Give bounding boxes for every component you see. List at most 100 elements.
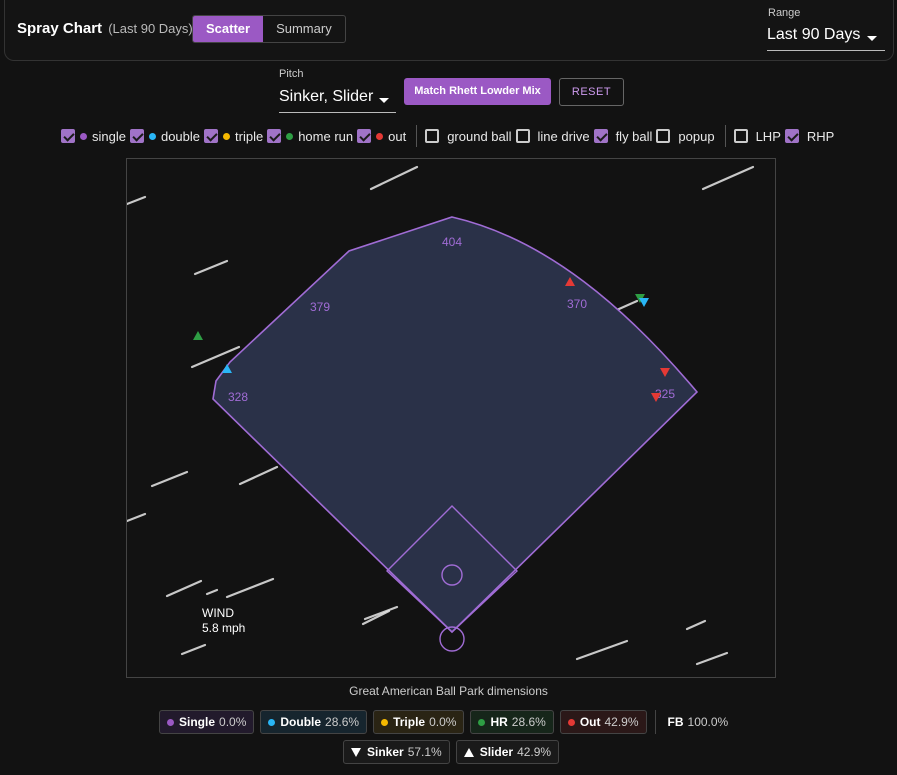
filter-ground-ball[interactable]: ground ball (425, 128, 512, 144)
filter-out[interactable]: out (357, 129, 406, 144)
range-label: Range (768, 7, 801, 19)
filter-label: line drive (537, 128, 590, 144)
legend-pct: 0.0% (429, 715, 457, 729)
page-title: Spray Chart (Last 90 Days) (17, 20, 193, 37)
title-subtitle: (Last 90 Days) (108, 21, 193, 36)
wind-streak (369, 165, 419, 191)
chevron-down-icon (379, 98, 389, 103)
wind-streak (695, 651, 729, 666)
checkbox[interactable] (656, 129, 671, 143)
divider (724, 125, 726, 147)
distance-label-right-center: 370 (567, 297, 587, 311)
filter-double[interactable]: double (129, 128, 201, 144)
filter-label: out (388, 128, 407, 144)
checkbox[interactable] (784, 129, 799, 143)
legend-pct: 28.6% (511, 715, 546, 729)
home-run-dot-icon (478, 718, 486, 726)
legend-single[interactable]: Single 0.0% (159, 710, 255, 734)
wind-streak (238, 465, 279, 486)
legend-pct: 57.1% (407, 745, 442, 759)
checkbox[interactable] (129, 129, 144, 143)
legend-triple[interactable]: Triple 0.0% (373, 710, 465, 734)
filter-label: home run (298, 128, 354, 144)
double-dot-icon (268, 718, 276, 726)
wind-streak (575, 639, 629, 661)
legend-out[interactable]: Out 42.9% (559, 710, 647, 734)
filter-popup[interactable]: popup (656, 128, 715, 144)
legend-label: Slider (479, 745, 514, 759)
out-dot-icon (376, 132, 384, 140)
hit-marker-double[interactable] (639, 298, 649, 307)
legend-pct: 28.6% (325, 715, 360, 729)
divider (416, 125, 418, 147)
filter-label: single (92, 128, 126, 144)
filter-line-drive[interactable]: line drive (515, 128, 590, 144)
checkbox[interactable] (425, 129, 440, 143)
title-text: Spray Chart (17, 20, 103, 37)
spray-chart-svg: 404 379 370 328 325 (125, 165, 755, 666)
tab-summary[interactable]: Summary (263, 16, 345, 42)
filter-label: double (160, 128, 201, 144)
home-run-dot-icon (286, 132, 294, 140)
pitch-select[interactable]: Sinker, Slider (279, 88, 396, 113)
filter-label: fly ball (615, 128, 653, 144)
filter-lhp[interactable]: LHP (733, 129, 781, 144)
wind-streak (125, 195, 147, 206)
checkbox[interactable] (357, 129, 372, 143)
filter-triple[interactable]: triple (204, 129, 263, 144)
filter-label: popup (678, 128, 715, 144)
triple-dot-icon (381, 718, 389, 726)
filter-label: RHP (806, 128, 835, 144)
wind-streak (701, 165, 755, 191)
filter-fly-ball[interactable]: fly ball (593, 128, 653, 144)
legend-label: Single (179, 715, 216, 729)
wind-label: WIND (202, 606, 234, 620)
wind-streak (363, 605, 399, 621)
wind-streak (180, 643, 207, 656)
wind-streak (165, 579, 203, 598)
legend-fb: FB 100.0% (664, 710, 733, 734)
checkbox[interactable] (267, 129, 282, 143)
checkbox[interactable] (733, 129, 748, 143)
distance-label-left: 328 (228, 390, 248, 404)
hit-marker-home-run[interactable] (193, 331, 203, 340)
legend-label: Triple (393, 715, 426, 729)
legend-slider[interactable]: Slider 42.9% (455, 740, 560, 764)
filter-rhp[interactable]: RHP (784, 128, 835, 144)
distance-label-center: 404 (442, 235, 462, 249)
legend-pct: 42.9% (604, 715, 639, 729)
wind-speed: 5.8 mph (202, 621, 246, 635)
filter-bar: single double triple home run out ground… (61, 125, 838, 147)
wind-streak (685, 619, 707, 631)
filter-label: ground ball (447, 128, 512, 144)
legend-label: FB (667, 715, 684, 729)
reset-button[interactable]: RESET (559, 78, 624, 106)
legend-hr[interactable]: HR 28.6% (470, 710, 554, 734)
filter-single[interactable]: single (61, 129, 126, 144)
triangle-up-icon (463, 747, 474, 757)
legend-pct: 0.0% (219, 715, 247, 729)
wind-streak (125, 512, 147, 523)
view-toggle: Scatter Summary (192, 15, 346, 43)
match-mix-button[interactable]: Match Rhett Lowder Mix (404, 78, 551, 105)
checkbox[interactable] (61, 129, 75, 143)
checkbox[interactable] (593, 129, 608, 143)
wind-streak (205, 588, 219, 596)
pitch-legend: Sinker 57.1% Slider 42.9% (343, 740, 565, 764)
tab-scatter[interactable]: Scatter (193, 16, 264, 42)
legend-sinker[interactable]: Sinker 57.1% (343, 740, 450, 764)
checkbox[interactable] (515, 129, 530, 143)
legend-label: Double (280, 715, 322, 729)
range-select[interactable]: Last 90 Days (767, 26, 885, 51)
legend-label: Sinker (367, 745, 404, 759)
filter-label: triple (235, 128, 264, 144)
wind-readout: WIND 5.8 mph (202, 606, 245, 636)
legend-double[interactable]: Double 28.6% (260, 710, 368, 734)
distance-label-left-center: 379 (310, 300, 330, 314)
range-value: Last 90 Days (767, 26, 861, 43)
wind-streak (225, 577, 275, 599)
chevron-down-icon (867, 36, 877, 41)
checkbox[interactable] (204, 129, 219, 143)
double-dot-icon (148, 132, 156, 140)
filter-home-run[interactable]: home run (267, 129, 353, 144)
